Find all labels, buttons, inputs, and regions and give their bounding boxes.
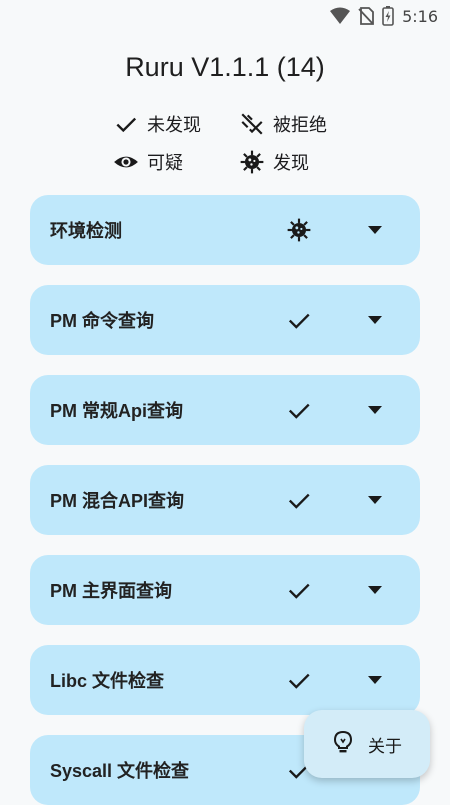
legend-item-denied: 被拒绝	[239, 110, 353, 138]
check-icon	[285, 487, 313, 513]
virus-icon	[285, 217, 313, 243]
legend-label: 被拒绝	[273, 115, 327, 136]
legend: 未发现 被拒绝 可疑 发现	[113, 110, 353, 176]
dropdown-arrow-icon[interactable]	[360, 667, 390, 693]
denied-icon	[241, 113, 263, 135]
no-sim-icon	[358, 7, 374, 25]
check-card-pm-main-ui[interactable]: PM 主界面查询	[30, 555, 420, 625]
dropdown-arrow-icon[interactable]	[360, 487, 390, 513]
legend-item-not-found: 未发现	[113, 110, 239, 138]
check-card-pm-mixed-api[interactable]: PM 混合API查询	[30, 465, 420, 535]
status-time: 5:16	[402, 6, 438, 26]
virus-icon	[240, 150, 264, 174]
legend-label: 发现	[273, 153, 309, 174]
legend-item-found: 发现	[239, 148, 353, 176]
check-icon	[116, 117, 137, 133]
check-icon	[285, 577, 313, 603]
dropdown-arrow-icon[interactable]	[360, 217, 390, 243]
legend-item-suspicious: 可疑	[113, 148, 239, 176]
check-card-libc-file[interactable]: Libc 文件检查	[30, 645, 420, 715]
check-icon	[285, 397, 313, 423]
dropdown-arrow-icon[interactable]	[360, 577, 390, 603]
about-button[interactable]: 关于	[304, 710, 430, 778]
battery-charging-icon	[382, 6, 394, 26]
about-label: 关于	[368, 736, 402, 757]
lightbulb-icon	[332, 730, 354, 759]
check-card-environment[interactable]: 环境检测	[30, 195, 420, 265]
eye-icon	[114, 156, 138, 168]
dropdown-arrow-icon[interactable]	[360, 397, 390, 423]
check-icon	[285, 667, 313, 693]
check-icon	[285, 307, 313, 333]
status-bar: 5:16	[0, 0, 450, 32]
dropdown-arrow-icon[interactable]	[360, 307, 390, 333]
legend-label: 可疑	[147, 153, 183, 174]
app-title: Ruru V1.1.1 (14)	[125, 52, 325, 82]
wifi-icon	[330, 7, 351, 25]
check-card-pm-command[interactable]: PM 命令查询	[30, 285, 420, 355]
legend-label: 未发现	[147, 115, 201, 136]
check-card-pm-regular-api[interactable]: PM 常规Api查询	[30, 375, 420, 445]
